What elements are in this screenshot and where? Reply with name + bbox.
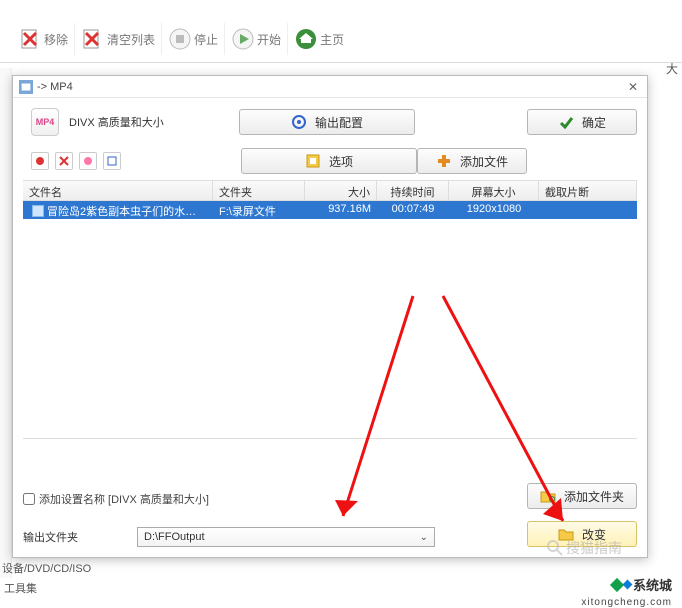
dialog-title: -> MP4 [37,81,625,93]
cell-size: 937.16M [305,201,377,219]
brand-watermark: 系统城 [612,575,672,594]
chevron-down-icon: ⌄ [420,532,428,543]
profile-label: DIVX 高质量和大小 [69,114,164,130]
brand-url: xitongcheng.com [581,597,672,608]
plus-icon [436,153,452,169]
add-folder-button[interactable]: 添加文件夹 [527,483,637,509]
check-icon [558,114,574,130]
tool-list-icon[interactable] [103,152,121,170]
cell-name: 冒险岛2紫色副本虫子们的水上乐园水… [23,201,213,219]
add-folder-label: 添加文件夹 [564,488,624,505]
bg-start-label: 开始 [257,31,281,48]
clear-icon [81,27,105,51]
separator [0,62,682,63]
file-icon [32,205,44,217]
tool-media-icon[interactable] [79,152,97,170]
options-icon [305,153,321,169]
bg-clear-button[interactable]: 清空列表 [75,23,162,55]
convert-dialog: -> MP4 ✕ MP4 DIVX 高质量和大小 输出配置 确定 [12,75,648,558]
output-folder-label: 输出文件夹 [23,529,119,545]
search-icon [547,540,563,556]
file-list-header: 文件名 文件夹 大小 持续时间 屏幕大小 截取片断 [23,180,637,201]
add-file-label: 添加文件 [460,153,508,170]
output-folder-combo[interactable]: D:\FFOutput ⌄ [137,527,435,547]
options-button[interactable]: 选项 [241,148,417,174]
tool-delete-icon[interactable] [55,152,73,170]
confirm-button[interactable]: 确定 [527,109,637,135]
profile-area: MP4 DIVX 高质量和大小 [23,108,241,136]
col-screen[interactable]: 屏幕大小 [449,181,539,200]
brand-name: 系统城 [633,575,672,594]
output-config-label: 输出配置 [315,114,363,131]
bg-remove-label: 移除 [44,31,68,48]
table-row[interactable]: 冒险岛2紫色副本虫子们的水上乐园水… F:\录屏文件 937.16M 00:07… [23,201,637,219]
col-duration[interactable]: 持续时间 [377,181,449,200]
cell-folder: F:\录屏文件 [213,201,305,219]
cell-duration: 00:07:49 [377,201,449,219]
output-folder-value: D:\FFOutput [144,531,205,543]
dialog-titlebar: -> MP4 ✕ [13,76,647,98]
output-config-button[interactable]: 输出配置 [239,109,415,135]
col-size[interactable]: 大小 [305,181,377,200]
bg-home-button[interactable]: 主页 [288,23,350,55]
add-preset-name-label: 添加设置名称 [DIVX 高质量和大小] [39,491,209,507]
underlying-left-strip [0,68,12,578]
add-preset-name-checkbox[interactable] [23,493,35,505]
bg-clear-label: 清空列表 [107,31,155,48]
settings-icon [291,114,307,130]
bg-stop-label: 停止 [194,31,218,48]
cell-clip [539,201,637,219]
mini-tools [23,152,241,170]
folder-plus-icon [540,488,556,504]
app-icon [19,80,33,94]
bg-home-label: 主页 [320,31,344,48]
stop-icon [168,27,192,51]
start-icon [231,27,255,51]
profile-icon: MP4 [31,108,59,136]
col-clip[interactable]: 截取片断 [539,181,637,200]
bg-stop-button[interactable]: 停止 [162,23,225,55]
tool-record-icon[interactable] [31,152,49,170]
close-button[interactable]: ✕ [625,79,641,95]
diamond-icon-small [623,580,633,590]
home-icon [294,27,318,51]
add-file-button[interactable]: 添加文件 [417,148,527,174]
underlying-toolbox-label: 工具集 [0,580,37,596]
confirm-label: 确定 [582,114,606,131]
bg-remove-button[interactable]: 移除 [12,23,75,55]
underlying-devices-label: 设备/DVD/CD/ISO [0,560,91,576]
cell-screen: 1920x1080 [449,201,539,219]
search-watermark: 搜猫指南 [547,538,622,558]
col-folder[interactable]: 文件夹 [213,181,305,200]
options-label: 选项 [329,153,353,170]
remove-icon [18,27,42,51]
dialog-bottom: 添加设置名称 [DIVX 高质量和大小] 添加文件夹 输出文件夹 D:\FFOu… [23,491,637,547]
file-list-body[interactable]: 冒险岛2紫色副本虫子们的水上乐园水… F:\录屏文件 937.16M 00:07… [23,201,637,439]
col-name[interactable]: 文件名 [23,181,213,200]
background-toolbar: 移除 清空列表 停止 开始 主页 [12,23,350,55]
bg-start-button[interactable]: 开始 [225,23,288,55]
